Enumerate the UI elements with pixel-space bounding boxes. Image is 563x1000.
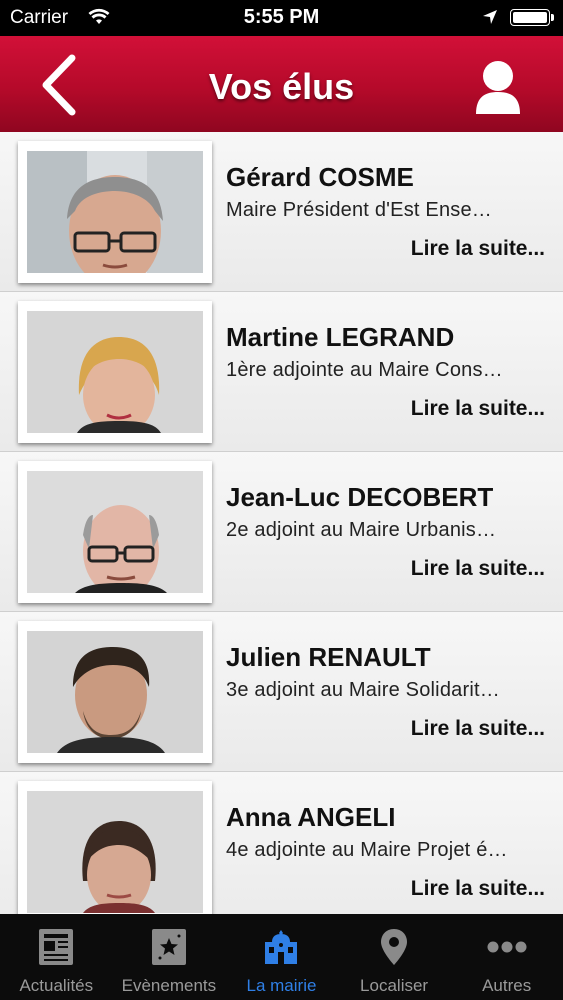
tab-actualites[interactable]: Actualités bbox=[0, 914, 113, 1000]
read-more-link[interactable]: Lire la suite... bbox=[411, 557, 545, 581]
location-arrow-icon bbox=[482, 9, 498, 30]
portrait-photo bbox=[27, 311, 203, 433]
read-more-link[interactable]: Lire la suite... bbox=[411, 237, 545, 261]
map-pin-icon bbox=[380, 928, 408, 971]
photo-frame bbox=[18, 781, 212, 914]
navigation-bar: Vos élus bbox=[0, 36, 563, 132]
battery-icon bbox=[510, 9, 550, 26]
list-item[interactable]: Gérard COSME Maire Président d'Est Ense…… bbox=[0, 132, 563, 292]
list-item[interactable]: Jean-Luc DECOBERT 2e adjoint au Maire Ur… bbox=[0, 452, 563, 612]
battery-tip bbox=[551, 14, 554, 21]
read-more-link[interactable]: Lire la suite... bbox=[411, 717, 545, 741]
official-name: Martine LEGRAND bbox=[226, 322, 455, 352]
newspaper-icon bbox=[38, 928, 74, 971]
star-calendar-icon bbox=[151, 928, 187, 971]
official-name: Anna ANGELI bbox=[226, 802, 396, 832]
list-item[interactable]: Martine LEGRAND 1ère adjointe au Maire C… bbox=[0, 292, 563, 452]
official-name: Gérard COSME bbox=[226, 162, 414, 192]
clock: 5:55 PM bbox=[243, 6, 320, 28]
more-dots-icon bbox=[486, 928, 528, 971]
tab-label: Evènements bbox=[121, 976, 217, 995]
town-hall-icon bbox=[262, 928, 300, 971]
tab-label: Autres bbox=[482, 976, 532, 995]
user-icon bbox=[476, 61, 520, 114]
official-name: Jean-Luc DECOBERT bbox=[226, 482, 494, 512]
tab-localiser[interactable]: Localiser bbox=[338, 914, 451, 1000]
portrait-photo bbox=[27, 151, 203, 273]
read-more-link[interactable]: Lire la suite... bbox=[411, 397, 545, 421]
portrait-photo bbox=[27, 471, 203, 593]
official-role: 4e adjointe au Maire Projet é… bbox=[226, 839, 508, 861]
profile-button[interactable] bbox=[468, 56, 528, 118]
status-bar: Carrier 5:55 PM bbox=[0, 0, 563, 36]
portrait-photo bbox=[27, 631, 203, 753]
tab-la-mairie[interactable]: La mairie bbox=[225, 914, 338, 1000]
official-name: Julien RENAULT bbox=[226, 642, 431, 672]
photo-frame bbox=[18, 301, 212, 443]
tab-evenements[interactable]: Evènements bbox=[113, 914, 226, 1000]
tab-bar: Actualités Evènements La mairie Localise… bbox=[0, 914, 563, 1000]
official-role: 1ère adjointe au Maire Cons… bbox=[226, 359, 503, 381]
tab-label: Actualités bbox=[19, 976, 94, 995]
portrait-photo bbox=[27, 791, 203, 913]
tab-autres[interactable]: Autres bbox=[450, 914, 563, 1000]
photo-frame bbox=[18, 621, 212, 763]
read-more-link[interactable]: Lire la suite... bbox=[411, 877, 545, 901]
tab-label: Localiser bbox=[360, 976, 429, 995]
photo-frame bbox=[18, 141, 212, 283]
photo-frame bbox=[18, 461, 212, 603]
official-role: 2e adjoint au Maire Urbanis… bbox=[226, 519, 497, 541]
list-item[interactable]: Julien RENAULT 3e adjoint au Maire Solid… bbox=[0, 612, 563, 772]
official-role: 3e adjoint au Maire Solidarit… bbox=[226, 679, 500, 701]
list-item[interactable]: Anna ANGELI 4e adjointe au Maire Projet … bbox=[0, 772, 563, 914]
official-role: Maire Président d'Est Ense… bbox=[226, 199, 492, 221]
tab-label: La mairie bbox=[246, 976, 317, 995]
elected-list: Gérard COSME Maire Président d'Est Ense…… bbox=[0, 132, 563, 914]
